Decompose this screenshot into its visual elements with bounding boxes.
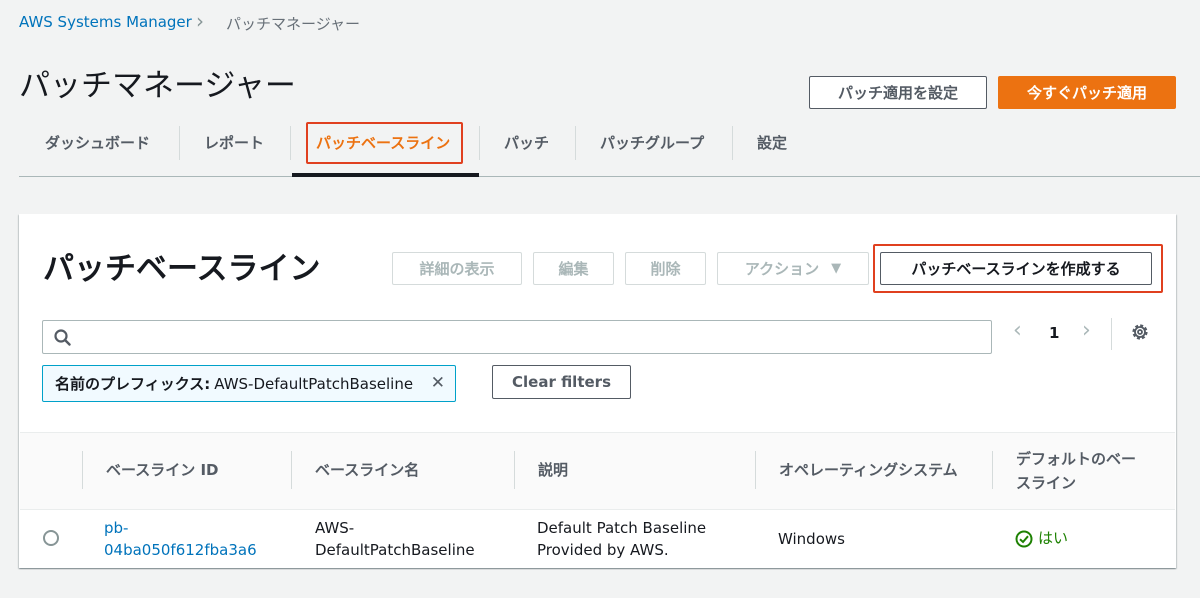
filter-token: 名前のプレフィックス: AWS-DefaultPatchBaseline ✕ [42,365,456,402]
remove-filter-icon[interactable]: ✕ [431,373,445,393]
tab-divider [290,126,291,160]
column-divider [82,451,83,489]
clear-filters-button[interactable]: Clear filters [492,365,631,399]
filter-token-value: AWS-DefaultPatchBaseline [214,374,414,393]
tab-divider [732,126,733,160]
edit-button[interactable]: 編集 [533,252,614,285]
panel-title: パッチベースライン [43,251,321,287]
tab-divider [479,126,480,160]
column-divider [514,451,515,489]
breadcrumb-root-link[interactable]: AWS Systems Manager [19,13,192,31]
actions-label: アクション [744,260,820,278]
tab-patches[interactable]: パッチ [504,132,549,153]
column-header-description[interactable]: 説明 [538,459,568,480]
pager-divider [1111,318,1112,350]
delete-button[interactable]: 削除 [625,252,706,285]
prev-page-icon[interactable]: ‹ [1013,318,1022,343]
column-header-default-line2[interactable]: スライン [1016,472,1076,493]
create-patch-baseline-button[interactable]: パッチベースラインを作成する [880,252,1152,285]
baseline-name-line2: DefaultPatchBaseline [315,541,475,559]
page-number[interactable]: 1 [1049,324,1059,342]
breadcrumb-separator-icon: › [196,9,204,33]
search-text-field[interactable] [79,325,979,349]
column-header-baseline-id[interactable]: ベースライン ID [106,459,219,480]
tab-active-indicator [292,173,479,177]
settings-gear-icon[interactable] [1130,322,1150,342]
page-title: パッチマネージャー [19,68,296,104]
column-header-default-line1[interactable]: デフォルトのベー [1016,448,1136,469]
tab-dashboard[interactable]: ダッシュボード [45,132,150,153]
column-divider [992,451,993,489]
tabs-baseline [19,176,1200,177]
search-input[interactable] [42,320,992,354]
breadcrumb-current: パッチマネージャー [226,15,360,33]
default-baseline-status: はい [1038,529,1069,547]
baseline-name-line1: AWS- [315,519,355,537]
column-divider [291,451,292,489]
next-page-icon[interactable]: › [1082,318,1091,343]
tab-divider [179,126,180,160]
check-circle-icon [1015,530,1033,548]
filter-token-key: 名前のプレフィックス: [55,375,211,393]
caret-down-icon: ▼ [831,261,842,276]
tab-patch-groups[interactable]: パッチグループ [600,132,704,153]
baseline-id-link-line2[interactable]: 04ba050f612fba3a6 [104,539,257,561]
description-line2: Provided by AWS. [537,541,669,559]
operating-system-value: Windows [778,530,845,548]
search-icon [54,329,71,346]
tab-settings[interactable]: 設定 [757,132,787,153]
patch-now-button[interactable]: 今すぐパッチ適用 [998,76,1176,109]
tab-report[interactable]: レポート [204,132,264,153]
column-header-baseline-name[interactable]: ベースライン名 [315,459,419,480]
column-header-operating-system[interactable]: オペレーティングシステム [779,459,958,480]
row-select-radio[interactable] [43,530,59,546]
actions-dropdown-button[interactable]: アクション ▼ [717,252,869,285]
view-details-button[interactable]: 詳細の表示 [392,252,522,285]
tab-patch-baselines[interactable]: パッチベースライン [316,132,450,153]
configure-patching-button[interactable]: パッチ適用を設定 [809,76,987,109]
description-line1: Default Patch Baseline [537,519,707,537]
column-divider [755,451,756,489]
baseline-id-link-line1[interactable]: pb- [104,517,128,539]
tab-divider [575,126,576,160]
